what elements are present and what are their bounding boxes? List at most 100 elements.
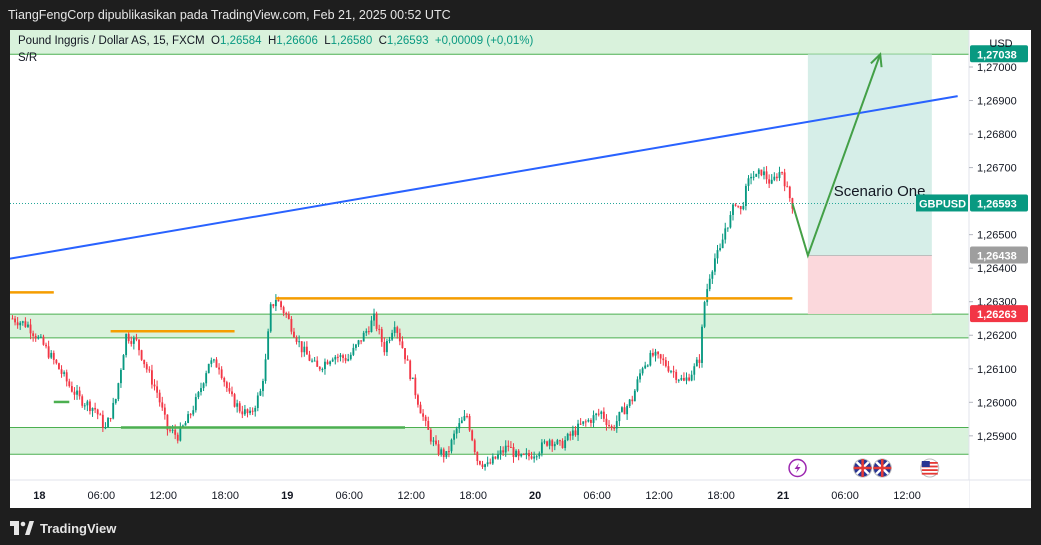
candle-body bbox=[355, 344, 357, 348]
candle-body bbox=[83, 405, 86, 407]
indicator-label[interactable]: S/R bbox=[18, 52, 37, 64]
candle-body bbox=[602, 411, 605, 419]
candle-body bbox=[613, 427, 616, 429]
tradingview-logo[interactable]: TradingView bbox=[10, 518, 116, 538]
candle-body bbox=[109, 418, 112, 420]
candle-body bbox=[76, 390, 78, 395]
high-value: 1,26606 bbox=[276, 35, 318, 47]
candle-body bbox=[104, 427, 107, 429]
candle-body bbox=[639, 373, 641, 380]
candle-body bbox=[587, 419, 590, 422]
candle-body bbox=[96, 409, 99, 415]
x-tick-label: 18:00 bbox=[212, 490, 240, 502]
candle-body bbox=[58, 363, 60, 370]
y-tick-label: 1,26500 bbox=[977, 230, 1017, 242]
candle-body bbox=[419, 404, 422, 414]
candle-body bbox=[378, 328, 381, 330]
candle-body bbox=[773, 176, 776, 180]
candle-body bbox=[564, 440, 567, 449]
candle-body bbox=[473, 440, 476, 452]
candle-body bbox=[14, 318, 16, 323]
candle-body bbox=[664, 360, 667, 367]
candle-body bbox=[132, 337, 135, 344]
candle-body bbox=[414, 377, 417, 396]
candle-body bbox=[241, 411, 244, 415]
candle-body bbox=[747, 178, 750, 186]
publisher-header: TiangFengCorp dipublikasikan pada Tradin… bbox=[8, 8, 451, 22]
candle-body bbox=[455, 428, 458, 434]
candle-body bbox=[357, 340, 360, 345]
close-label: C bbox=[378, 35, 387, 47]
candle-body bbox=[688, 377, 691, 381]
candle-body bbox=[559, 440, 561, 442]
x-tick-label: 12:00 bbox=[150, 490, 178, 502]
candle-body bbox=[151, 370, 153, 385]
x-tick-label: 20 bbox=[529, 490, 541, 502]
candle-body bbox=[184, 422, 187, 426]
symbol-legend[interactable]: Pound Inggris / Dollar AS, 15, FXCM O1,2… bbox=[18, 35, 533, 47]
y-tick-label: 1,26900 bbox=[977, 96, 1017, 108]
candle-body bbox=[107, 418, 109, 428]
candle-body bbox=[763, 171, 765, 176]
candle-body bbox=[571, 430, 574, 436]
candle-body bbox=[290, 318, 293, 332]
candle-body bbox=[187, 414, 190, 423]
candle-body bbox=[424, 416, 427, 421]
candle-body bbox=[391, 332, 394, 340]
candle-body bbox=[491, 456, 494, 464]
candle-body bbox=[528, 453, 530, 457]
candle-body bbox=[489, 462, 492, 464]
price-tag-label: 1,26593 bbox=[977, 198, 1017, 210]
candle-body bbox=[380, 329, 383, 343]
candle-body bbox=[267, 331, 270, 360]
candle-body bbox=[101, 414, 104, 428]
candle-body bbox=[713, 258, 716, 272]
candle-body bbox=[233, 394, 236, 407]
candle-body bbox=[530, 456, 533, 459]
candle-body bbox=[538, 453, 541, 457]
candle-body bbox=[726, 227, 729, 229]
x-tick-label: 18 bbox=[33, 490, 45, 502]
candle-body bbox=[633, 390, 636, 402]
candle-body bbox=[411, 377, 414, 379]
chart-frame[interactable]: Scenario One 1,27000 1,26900 1,26800 1,26700… bbox=[10, 30, 1031, 508]
candle-body bbox=[393, 327, 396, 333]
candle-body bbox=[685, 377, 688, 381]
candle-body bbox=[210, 360, 213, 364]
currency-label[interactable]: USD bbox=[972, 38, 1030, 50]
candle-body bbox=[760, 169, 763, 176]
candle-body bbox=[140, 350, 143, 360]
candle-body bbox=[143, 359, 146, 365]
candle-body bbox=[243, 409, 246, 415]
candle-body bbox=[55, 359, 58, 364]
candle-body bbox=[34, 335, 37, 339]
candle-body bbox=[618, 411, 621, 422]
candle-body bbox=[73, 391, 76, 395]
candle-body bbox=[236, 403, 239, 407]
price-tag-label: 1,27038 bbox=[977, 49, 1017, 61]
candle-body bbox=[60, 369, 63, 374]
open-value: 1,26584 bbox=[219, 35, 262, 47]
candle-body bbox=[512, 447, 515, 457]
candle-body bbox=[652, 352, 654, 356]
candle-body bbox=[463, 415, 466, 421]
candle-body bbox=[706, 289, 709, 303]
candle-body bbox=[282, 307, 285, 313]
candle-body bbox=[719, 248, 722, 251]
x-tick-label: 18:00 bbox=[707, 490, 735, 502]
candle-body bbox=[344, 357, 347, 361]
flag-stripe bbox=[921, 472, 938, 475]
candle-body bbox=[517, 450, 520, 457]
chart-canvas[interactable]: Scenario One 1,27000 1,26900 1,26800 1,26700… bbox=[10, 30, 1031, 508]
candle-body bbox=[163, 407, 166, 415]
candle-body bbox=[360, 340, 363, 342]
candle-body bbox=[259, 391, 262, 396]
symbol-title[interactable]: Pound Inggris / Dollar AS, 15, FXCM bbox=[18, 35, 205, 47]
candle-body bbox=[600, 411, 603, 414]
candle-body bbox=[543, 441, 546, 443]
candle-body bbox=[466, 415, 468, 417]
candle-body bbox=[326, 361, 329, 365]
candle-body bbox=[70, 386, 73, 392]
candle-body bbox=[16, 322, 19, 326]
x-tick-label: 21 bbox=[777, 490, 789, 502]
